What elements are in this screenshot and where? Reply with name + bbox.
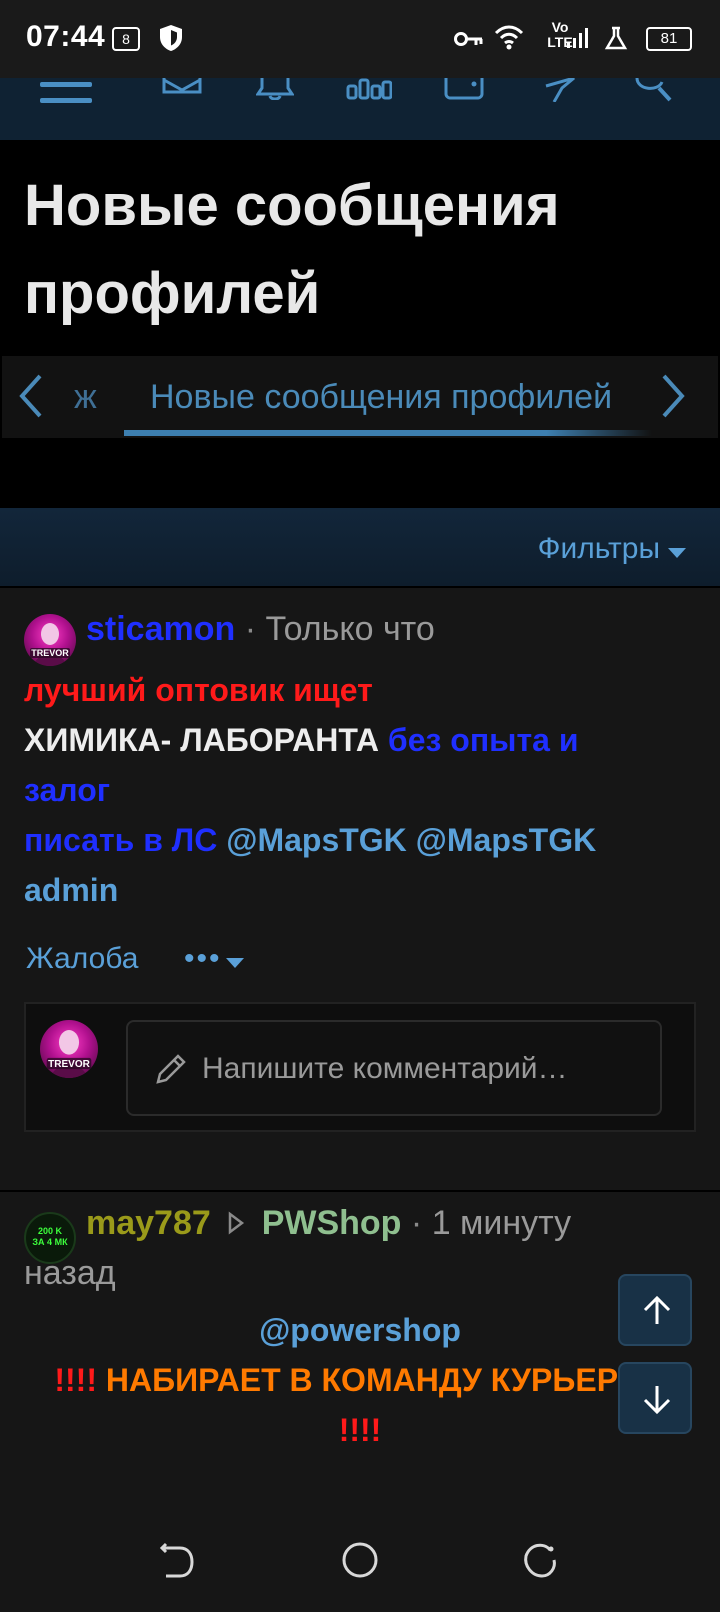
status-bar: 07:44 8 Vo LTE 81 — [0, 0, 720, 78]
comment-box: TREVOR Напишите комментарий… — [24, 1002, 696, 1132]
page-title-line1: Новые сообщения — [24, 173, 560, 238]
report-link[interactable]: Жалоба — [26, 942, 138, 976]
post-text-line: писать в ЛС @MapsTGK @MapsTGK — [24, 814, 596, 866]
page-title: Новые сообщения профилей — [24, 162, 704, 338]
wifi-icon — [494, 25, 524, 50]
post-text-line: !!!! НАБИРАЕТ В КОМАНДУ КУРЬЕРОВ — [0, 1354, 720, 1406]
post-time-continued[interactable]: назад — [24, 1254, 116, 1293]
post-meta: sticamon · Только что — [86, 610, 435, 649]
pencil-icon — [156, 1054, 186, 1084]
post-text-line: лучший оптовик ищет — [24, 672, 373, 708]
lightning-icon[interactable] — [540, 78, 576, 102]
arrow-down-icon — [643, 1386, 671, 1415]
stats-icon[interactable] — [346, 78, 392, 100]
battery-indicator: 81 — [646, 27, 692, 51]
wallet-icon[interactable] — [444, 78, 484, 100]
meta-separator: · — [244, 610, 257, 648]
scroll-to-bottom-button[interactable] — [618, 1362, 692, 1434]
mention-link[interactable]: @powershop — [0, 1304, 720, 1356]
mention-link[interactable]: admin — [24, 864, 118, 916]
svg-text:TREVOR: TREVOR — [31, 648, 69, 658]
post-text-segment: писать в ЛС — [24, 822, 227, 858]
caret-down-icon — [668, 548, 686, 558]
post-text-segment: ХИМИКА- ЛАБОРАНТА — [24, 722, 388, 758]
key-icon — [454, 32, 483, 46]
author-link[interactable]: sticamon — [86, 610, 235, 648]
status-time: 07:44 — [26, 20, 106, 53]
post-text-line: ХИМИКА- ЛАБОРАНТА без опыта и — [24, 714, 579, 766]
post-text-line: залог — [24, 772, 111, 808]
search-icon[interactable] — [634, 78, 674, 102]
avatar: TREVOR — [40, 1020, 98, 1078]
signal-icon — [567, 28, 588, 48]
avatar-image: TREVOR — [46, 1030, 92, 1078]
bell-icon[interactable] — [256, 78, 294, 100]
scroll-to-top-button[interactable] — [618, 1274, 692, 1346]
chevron-left-icon[interactable] — [16, 370, 46, 422]
page-title-line2: профилей — [24, 261, 321, 326]
meta-separator: · — [410, 1204, 423, 1242]
post-time[interactable]: 1 минуту — [432, 1204, 571, 1242]
home-icon[interactable] — [340, 1540, 380, 1580]
author-link[interactable]: may787 — [86, 1204, 211, 1242]
post-text-line: !!!! — [338, 1412, 382, 1448]
comment-input[interactable]: Напишите комментарий… — [126, 1020, 662, 1116]
title-area: Новые сообщения профилей ж Новые сообщен… — [0, 140, 720, 510]
post-time[interactable]: Только что — [266, 610, 435, 648]
post-text-segment: без опыта и — [387, 722, 579, 758]
back-icon[interactable] — [160, 1540, 196, 1580]
profile-post: TREVOR sticamon · Только что лучший опто… — [0, 590, 720, 1190]
shield-icon — [160, 25, 182, 51]
svg-text:TREVOR: TREVOR — [48, 1059, 91, 1070]
target-profile-link[interactable]: PWShop — [262, 1204, 402, 1242]
avatar[interactable]: TREVOR — [24, 614, 76, 666]
app-header — [0, 78, 720, 140]
tab-bar: ж Новые сообщения профилей — [2, 356, 718, 438]
play-arrow-icon — [228, 1211, 245, 1235]
tab-previous[interactable]: ж — [74, 378, 97, 417]
profile-post: 200 K ЗА 4 МК may787 PWShop · 1 минуту на… — [0, 1192, 720, 1508]
tab-active-underline — [124, 430, 652, 436]
post-meta: may787 PWShop · 1 минуту — [86, 1204, 571, 1243]
comment-placeholder: Напишите комментарий… — [202, 1052, 568, 1085]
arrow-up-icon — [643, 1295, 671, 1324]
chevron-right-icon[interactable] — [658, 370, 688, 422]
caret-down-icon — [226, 958, 244, 968]
lab-flask-icon — [604, 26, 628, 50]
filters-button[interactable]: Фильтры — [538, 532, 660, 566]
recent-apps-icon[interactable] — [522, 1540, 558, 1580]
screen: 07:44 8 Vo LTE 81 Новые сообщения профил… — [0, 0, 720, 1612]
sim-icon: 8 — [112, 27, 140, 51]
avatar-image: TREVOR — [30, 623, 70, 666]
avatar-text: 200 K ЗА 4 МК — [32, 1226, 68, 1247]
tab-new-profile-posts[interactable]: Новые сообщения профилей — [150, 378, 650, 417]
post-text-segment: НАБИРАЕТ В КОМАНДУ КУРЬЕРОВ — [105, 1362, 666, 1398]
post-text-segment: !!!! — [54, 1362, 106, 1398]
more-options-button[interactable]: ••• — [184, 942, 222, 976]
mail-icon[interactable] — [162, 78, 202, 96]
system-nav-bar — [0, 1508, 720, 1612]
menu-icon[interactable] — [40, 78, 94, 106]
filter-bar: Фильтры — [0, 508, 720, 588]
mention-link[interactable]: @MapsTGK @MapsTGK — [226, 822, 596, 858]
